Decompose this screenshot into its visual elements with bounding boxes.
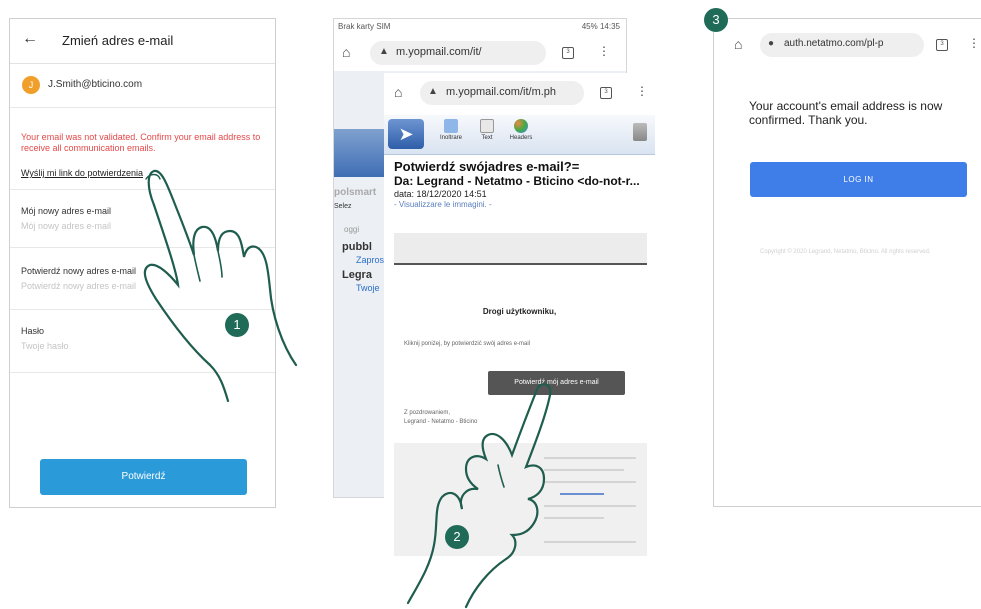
warning-icon: ▲: [428, 86, 438, 97]
password-input[interactable]: Twoje hasło: [21, 341, 69, 351]
confirm-button[interactable]: Potwierdź: [40, 459, 247, 495]
trash-icon[interactable]: [633, 123, 647, 141]
list-item[interactable]: pubbl: [342, 241, 372, 253]
home-icon[interactable]: ⌂: [394, 84, 402, 100]
status-right: 45% 14:35: [581, 22, 620, 31]
warning-icon: ▲: [379, 46, 389, 57]
validation-warning: Your email was not validated. Confirm yo…: [21, 132, 261, 153]
list-item[interactable]: Zapros: [356, 255, 384, 265]
url-text: m.yopmail.com/it/m.ph: [446, 86, 557, 98]
step-badge-2: 2: [445, 525, 469, 549]
text-icon: [480, 119, 494, 133]
confirm-email-label: Potwierdź nowy adres e-mail: [21, 266, 137, 276]
current-email: J.Smith@bticino.com: [48, 79, 143, 90]
browser-toolbar: ⌂ ▲ m.yopmail.com/it/ 3 ⋮: [334, 37, 626, 69]
address-bar[interactable]: ▲ m.yopmail.com/it/m.ph: [420, 81, 584, 105]
mail-sender: Da: Legrand - Netatmo - Bticino <do-not-…: [394, 174, 640, 188]
mail-subject: Potwierdź swójadres e-mail?=: [394, 159, 580, 174]
confirm-email-input[interactable]: Potwierdź nowy adres e-mail: [21, 281, 136, 291]
new-email-input[interactable]: Mój nowy adres e-mail: [21, 221, 111, 231]
inbox-name: polsmart: [334, 187, 377, 198]
url-text: m.yopmail.com/it/: [396, 46, 482, 58]
tabs-icon[interactable]: 3: [562, 47, 574, 59]
address-bar[interactable]: ● auth.netatmo.com/pl-p: [760, 33, 924, 57]
list-item[interactable]: Twoje: [356, 283, 380, 293]
app-header: ← Zmień adres e-mail: [10, 19, 275, 64]
mail-body-text: Kliknij poniżej, by potwierdzić swój adr…: [404, 341, 531, 347]
browser-toolbar: ⌂ ● auth.netatmo.com/pl-p 3 ⋮: [714, 25, 981, 65]
step-badge-3: 3: [704, 8, 728, 32]
forward-button[interactable]: Inoltrare: [436, 119, 466, 141]
footer-link[interactable]: [560, 493, 604, 495]
url-text: auth.netatmo.com/pl-p: [784, 38, 884, 49]
pointing-hand-icon: [143, 169, 298, 403]
confirmation-message: Your account's email address is now conf…: [749, 99, 943, 127]
pointing-hand-icon: [406, 383, 552, 609]
mail-greeting: Drogi użytkowniku,: [482, 307, 557, 316]
text-label: Text: [481, 135, 493, 141]
tabs-icon[interactable]: 3: [936, 39, 948, 51]
page-title: Zmień adres e-mail: [62, 33, 174, 48]
menu-dots-icon[interactable]: ⋮: [598, 44, 610, 58]
mail-header-strip: [394, 233, 647, 265]
mail-date: data: 18/12/2020 14:51: [394, 189, 487, 199]
home-icon[interactable]: ⌂: [734, 36, 742, 52]
status-bar: Brak karty SIM 45% 14:35: [334, 19, 626, 35]
show-images-link[interactable]: - Visualizzare le immagini. -: [394, 200, 492, 209]
copyright-text: Copyright © 2020 Legrand, Netatmo, Btici…: [760, 249, 931, 255]
menu-dots-icon[interactable]: ⋮: [968, 36, 980, 50]
mail-toolbar: ➤ Inoltrare Text Headers: [384, 115, 655, 155]
forward-label: Inoltrare: [439, 135, 462, 141]
home-icon[interactable]: ⌂: [342, 44, 350, 60]
text-button[interactable]: Text: [472, 119, 502, 141]
status-left: Brak karty SIM: [338, 22, 391, 31]
today-label: oggi: [344, 225, 360, 234]
forward-icon: [444, 119, 458, 133]
headers-label: Headers: [509, 135, 533, 141]
netatmo-confirmation-screen: ⌂ ● auth.netatmo.com/pl-p 3 ⋮ Your accou…: [713, 18, 981, 507]
user-row: J J.Smith@bticino.com: [10, 64, 275, 108]
headers-icon: [514, 119, 528, 133]
menu-dots-icon[interactable]: ⋮: [636, 84, 648, 98]
arrow-left-icon[interactable]: ←: [22, 30, 38, 48]
address-bar[interactable]: ▲ m.yopmail.com/it/: [370, 41, 546, 65]
tabs-icon[interactable]: 3: [600, 87, 612, 99]
resend-confirmation-link[interactable]: Wyślij mi link do potwierdzenia: [21, 168, 143, 178]
step-badge-1: 1: [225, 313, 249, 337]
back-arrow-icon[interactable]: ➤: [388, 119, 424, 149]
password-label: Hasło: [21, 326, 45, 336]
headers-button[interactable]: Headers: [506, 119, 536, 141]
list-item[interactable]: Legra: [342, 269, 372, 281]
lock-icon: ●: [768, 38, 775, 49]
login-button[interactable]: LOG IN: [750, 162, 967, 197]
browser-toolbar: ⌂ ▲ m.yopmail.com/it/m.ph 3 ⋮: [384, 73, 655, 113]
select-label[interactable]: Selez: [334, 203, 352, 210]
new-email-label: Mój nowy adres e-mail: [21, 206, 112, 216]
avatar: J: [22, 76, 40, 94]
